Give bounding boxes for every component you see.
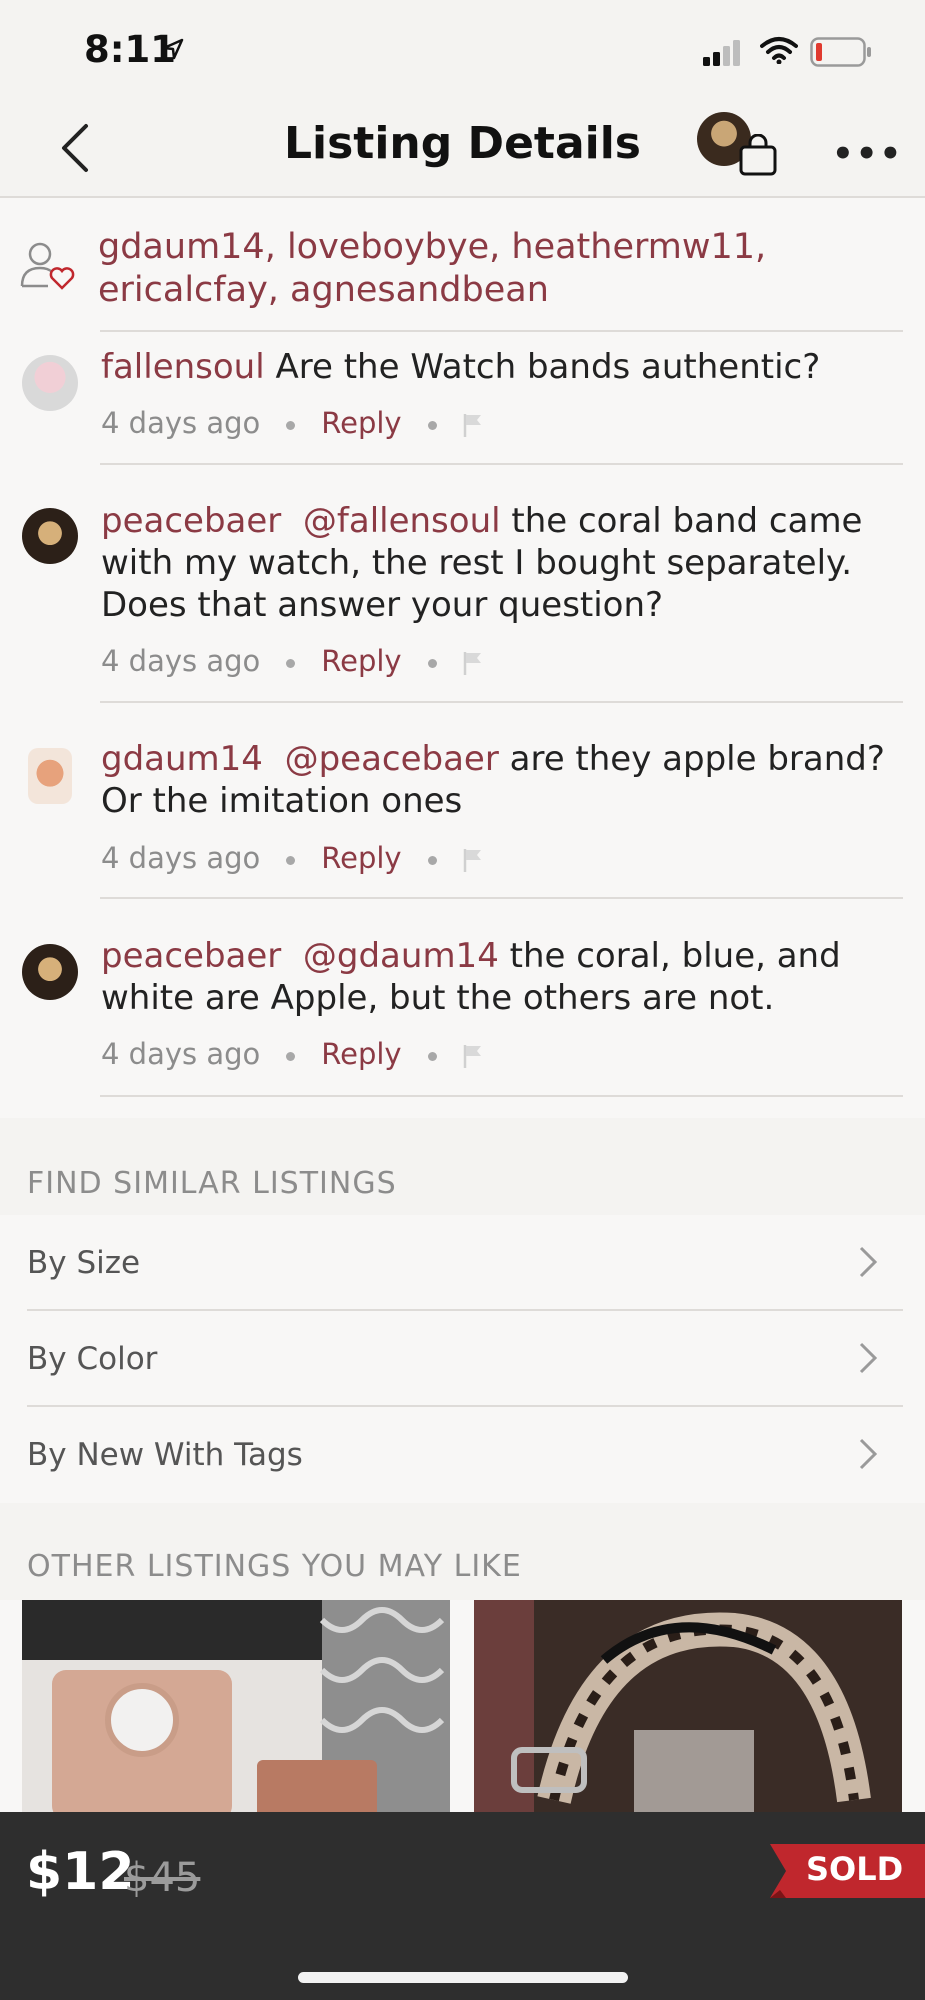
separator-dot — [286, 420, 296, 430]
commenter-avatar[interactable] — [22, 508, 78, 564]
comment-time: 4 days ago — [101, 644, 261, 678]
separator-dot — [427, 855, 437, 865]
listing-image-watch-bands — [474, 1600, 902, 1812]
other-listings-header: OTHER LISTINGS YOU MAY LIKE — [0, 1503, 925, 1600]
separator-dot — [427, 1051, 437, 1061]
current-price: $12 — [26, 1842, 135, 1902]
similar-by-size[interactable]: By Size — [0, 1215, 925, 1311]
likes-people-heart-icon — [20, 242, 75, 290]
commenter-avatar[interactable] — [22, 355, 78, 411]
separator-dot — [286, 855, 296, 865]
chevron-right-icon — [859, 1342, 878, 1374]
listing-thumbnail[interactable] — [22, 1600, 450, 1812]
chevron-right-icon — [859, 1438, 878, 1470]
sold-badge: SOLD — [806, 1850, 904, 1888]
page-title: Listing Details — [283, 118, 641, 169]
comment-mention[interactable]: @peacebaer — [285, 739, 499, 779]
separator-dot — [286, 1051, 296, 1061]
comment-item: peacebaer @gdaum14 the coral, blue, and … — [0, 897, 925, 1095]
reply-button[interactable]: Reply — [321, 644, 401, 678]
comment-meta: 4 days ago Reply — [101, 644, 483, 678]
wifi-icon — [760, 37, 798, 64]
comment-meta: 4 days ago Reply — [101, 1037, 483, 1071]
comment-text: fallensoul Are the Watch bands authentic… — [101, 346, 901, 388]
commenter-username[interactable]: gdaum14 — [101, 739, 263, 779]
similar-by-new-with-tags[interactable]: By New With Tags — [0, 1407, 925, 1503]
commenter-avatar[interactable] — [28, 748, 72, 804]
reply-button[interactable]: Reply — [321, 406, 401, 440]
more-options-icon[interactable]: ••• — [832, 134, 903, 174]
comment-text: gdaum14 @peacebaer are they apple brand?… — [101, 738, 901, 822]
comment-text: peacebaer @gdaum14 the coral, blue, and … — [101, 935, 901, 1019]
comment-time: 4 days ago — [101, 841, 261, 875]
comment-mention[interactable]: @gdaum14 — [303, 936, 499, 976]
row-label: By Size — [27, 1245, 141, 1281]
separator-dot — [286, 658, 296, 668]
listing-thumbnail[interactable] — [474, 1600, 902, 1812]
likes-section: gdaum14, loveboybye, heathermw11, erical… — [0, 198, 925, 328]
location-arrow-icon — [162, 38, 184, 60]
separator-dot — [427, 420, 437, 430]
row-label: By New With Tags — [27, 1437, 303, 1473]
comment-mention[interactable]: @fallensoul — [303, 501, 501, 541]
comment-text: peacebaer @fallensoul the coral band cam… — [101, 500, 901, 626]
commenter-username[interactable]: peacebaer — [101, 936, 281, 976]
flag-icon[interactable] — [463, 650, 483, 676]
commenter-username[interactable]: fallensoul — [101, 347, 265, 387]
original-price: $45 — [124, 1855, 201, 1901]
flag-icon[interactable] — [463, 1043, 483, 1069]
cellular-signal-icon — [703, 40, 740, 66]
listing-image-charger-stand — [22, 1600, 450, 1812]
comment-meta: 4 days ago Reply — [101, 406, 483, 440]
flag-icon[interactable] — [463, 412, 483, 438]
commenter-username[interactable]: peacebaer — [101, 501, 281, 541]
section-title: OTHER LISTINGS YOU MAY LIKE — [27, 1549, 522, 1584]
comment-body: Are the Watch bands authentic? — [264, 347, 821, 387]
separator-dot — [427, 658, 437, 668]
chevron-right-icon — [859, 1246, 878, 1278]
likers-list[interactable]: gdaum14, loveboybye, heathermw11, erical… — [98, 226, 898, 312]
similar-by-color[interactable]: By Color — [0, 1311, 925, 1407]
find-similar-header: FIND SIMILAR LISTINGS — [0, 1118, 925, 1215]
battery-icon — [810, 37, 871, 67]
shopping-bag-icon[interactable] — [738, 134, 778, 176]
comment-meta: 4 days ago Reply — [101, 841, 483, 875]
comment-time: 4 days ago — [101, 1037, 261, 1071]
divider — [100, 1095, 903, 1097]
commenter-avatar[interactable] — [22, 944, 78, 1000]
row-label: By Color — [27, 1341, 158, 1377]
flag-icon[interactable] — [463, 847, 483, 873]
comment-item: fallensoul Are the Watch bands authentic… — [0, 330, 925, 463]
comment-time: 4 days ago — [101, 406, 261, 440]
home-indicator[interactable] — [298, 1972, 628, 1983]
comment-item: gdaum14 @peacebaer are they apple brand?… — [0, 701, 925, 898]
comment-item: peacebaer @fallensoul the coral band cam… — [0, 463, 925, 703]
section-title: FIND SIMILAR LISTINGS — [27, 1166, 397, 1201]
status-bar: 8:11 — [0, 0, 925, 100]
navigation-bar: Listing Details ••• — [0, 100, 925, 198]
reply-button[interactable]: Reply — [321, 1037, 401, 1071]
reply-button[interactable]: Reply — [321, 841, 401, 875]
